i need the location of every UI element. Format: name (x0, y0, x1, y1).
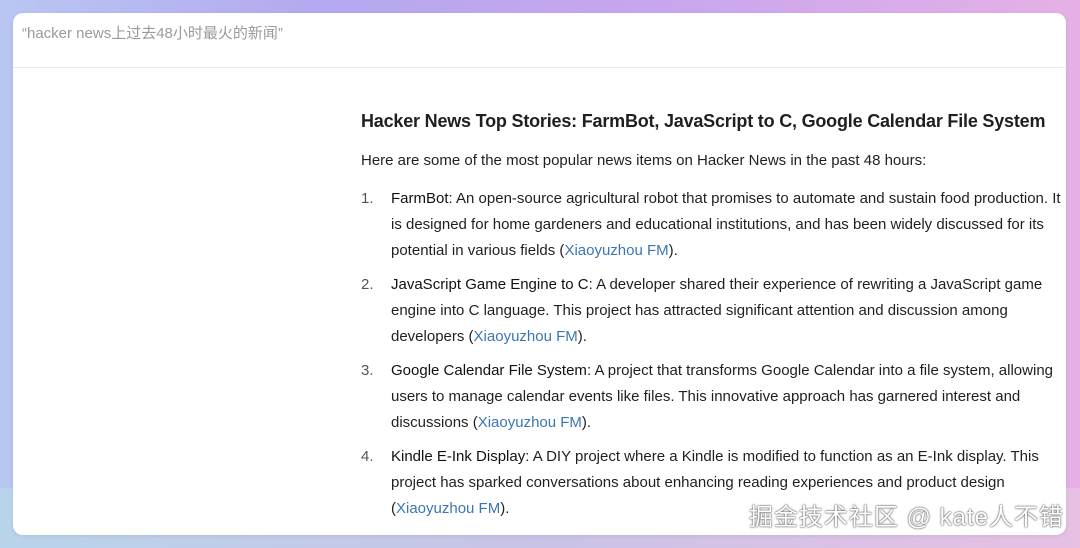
item-name: Google Calendar File System (391, 362, 587, 379)
item-number: 3. (361, 362, 374, 379)
item-number: 2. (361, 276, 374, 293)
source-link[interactable]: Xiaoyuzhou FM (474, 328, 578, 345)
source-link[interactable]: Xiaoyuzhou FM (396, 500, 500, 517)
list-item: 1. FarmBot: An open-source agricultural r… (361, 186, 1061, 264)
list-item: 3. Google Calendar File System: A project… (361, 358, 1061, 436)
divider (13, 67, 1066, 68)
item-end: ). (500, 500, 510, 517)
answer-content: Hacker News Top Stories: FarmBot, JavaSc… (361, 111, 1061, 530)
answer-title: Hacker News Top Stories: FarmBot, JavaSc… (361, 111, 1046, 131)
watermark: 掘金技术社区 @ kate人不错 (748, 504, 1064, 531)
item-text: : An open-source agricultural robot that… (391, 190, 1061, 259)
list-item: 2. JavaScript Game Engine to C: A develop… (361, 272, 1061, 350)
source-link[interactable]: Xiaoyuzhou FM (478, 414, 582, 431)
chat-card: “hacker news上过去48小时最火的新闻” Hacker News To… (13, 13, 1066, 535)
item-name: FarmBot (391, 190, 449, 207)
item-end: ). (577, 328, 587, 345)
answer-intro: Here are some of the most popular news i… (361, 152, 927, 169)
user-query: “hacker news上过去48小时最火的新闻” (22, 25, 283, 42)
news-list: 1. FarmBot: An open-source agricultural r… (361, 186, 1061, 522)
item-end: ). (581, 414, 592, 431)
source-link[interactable]: Xiaoyuzhou FM (564, 242, 668, 259)
item-name: JavaScript Game Engine to C (391, 276, 589, 293)
item-end: ). (668, 242, 678, 259)
item-name: Kindle E-Ink Display (391, 448, 526, 465)
item-number: 1. (361, 190, 374, 207)
item-number: 4. (361, 448, 374, 465)
